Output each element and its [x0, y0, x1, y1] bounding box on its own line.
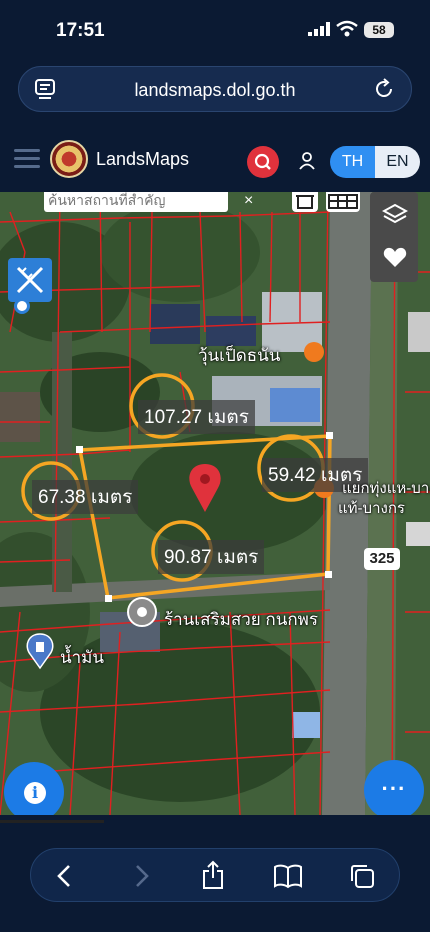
grid-tool-button[interactable] — [326, 192, 360, 212]
measure-tool-indicator — [14, 298, 30, 314]
status-time: 17:51 — [56, 20, 105, 41]
search-icon — [254, 153, 271, 170]
share-icon[interactable] — [201, 860, 225, 890]
map-search-input[interactable]: ค้นหาสถานที่สำคัญ — [44, 192, 228, 212]
more-options-button[interactable]: ··· — [364, 760, 424, 815]
map-view[interactable]: ค้นหาสถานที่สำคัญ × 107.27 เมตร 59.42 เม… — [0, 192, 430, 815]
layers-icon[interactable] — [382, 202, 408, 228]
tabs-icon[interactable] — [349, 863, 375, 889]
home-tool-button[interactable] — [292, 192, 318, 212]
search-button[interactable] — [247, 146, 279, 178]
hamburger-menu-icon[interactable] — [14, 148, 40, 170]
brand-name: LandsMaps — [96, 149, 190, 169]
department-logo — [50, 140, 88, 178]
battery-indicator: 58 — [364, 22, 394, 38]
more-dots-icon: ··· — [381, 776, 407, 801]
wifi-icon — [336, 20, 358, 37]
place-label: วุ้นเป็ดธนัน — [198, 346, 281, 365]
measure-tool-button[interactable] — [8, 258, 52, 302]
url-text: landsmaps.dol.go.th — [134, 80, 296, 100]
forward-icon[interactable] — [131, 863, 151, 889]
reload-icon[interactable] — [373, 78, 395, 100]
bookmarks-icon[interactable] — [273, 863, 303, 889]
language-switch: TH EN — [330, 146, 420, 178]
user-icon[interactable] — [298, 151, 316, 171]
measurement-label-top: 107.27 เมตร — [138, 400, 255, 434]
lang-en-button[interactable]: EN — [375, 146, 420, 178]
back-icon[interactable] — [55, 863, 75, 889]
road-number-badge: 325 — [364, 548, 400, 570]
ruler-pencil-icon — [16, 266, 44, 294]
address-bar[interactable]: landsmaps.dol.go.th — [18, 66, 412, 112]
measurement-label-bottom: 90.87 เมตร — [158, 540, 265, 574]
building-icon — [296, 195, 314, 209]
lang-th-button[interactable]: TH — [330, 146, 375, 178]
info-icon: i — [24, 782, 46, 804]
grid-icon — [328, 194, 358, 209]
horizontal-scrollbar[interactable] — [0, 820, 104, 823]
browser-toolbar — [30, 848, 400, 902]
measurement-label-left: 67.38 เมตร — [32, 480, 139, 514]
favorite-heart-icon[interactable] — [383, 246, 407, 268]
app-header: LandsMaps TH EN — [0, 130, 430, 192]
close-search-button[interactable]: × — [244, 192, 253, 210]
place-label: น้ำมัน — [60, 648, 104, 667]
status-bar: 17:51 58 — [0, 0, 430, 60]
place-label: แท้-บางกร — [338, 500, 405, 517]
info-button[interactable]: i — [4, 762, 64, 815]
cellular-signal-icon — [308, 22, 330, 36]
place-label: ร้านเสริมสวย กนกพร — [164, 610, 318, 629]
